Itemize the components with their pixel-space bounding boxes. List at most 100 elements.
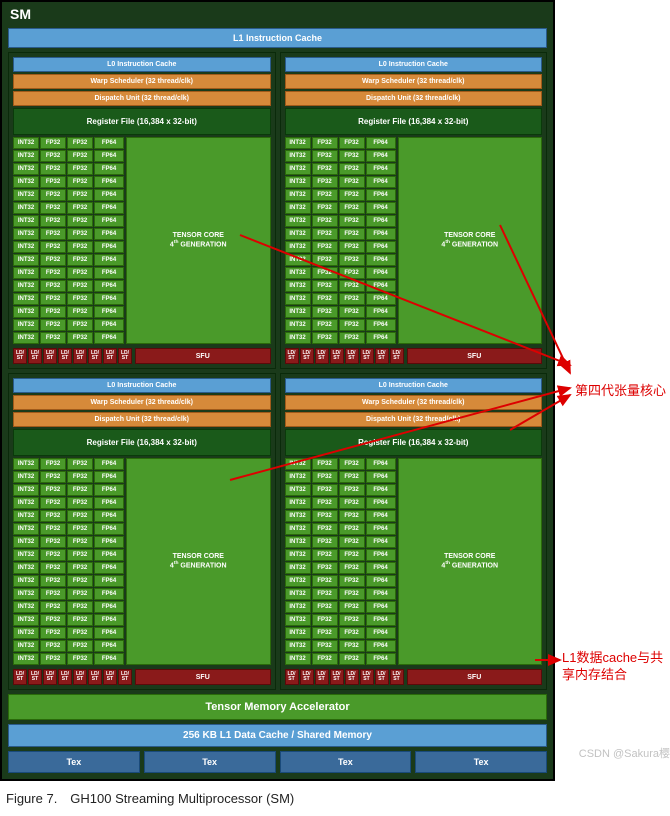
l0-instruction-cache: L0 Instruction Cache [13, 57, 271, 72]
fp64-core: FP64 [366, 163, 396, 175]
fp32-core: FP32 [40, 215, 66, 227]
load-store-unit: LD/ ST [103, 348, 117, 364]
tensor-core: TENSOR CORE4th GENERATION [126, 137, 271, 344]
fp32-core: FP32 [67, 458, 93, 470]
fp32-core: FP32 [67, 653, 93, 665]
fp64-core: FP64 [366, 588, 396, 600]
int32-core: INT32 [13, 510, 39, 522]
int32-core: INT32 [13, 458, 39, 470]
fp64-core: FP64 [366, 601, 396, 613]
int32-core: INT32 [285, 458, 311, 470]
register-file: Register File (16,384 x 32-bit) [285, 429, 543, 456]
fp32-core: FP32 [67, 202, 93, 214]
fp32-core: FP32 [40, 484, 66, 496]
int32-core: INT32 [285, 497, 311, 509]
fp32-core: FP32 [312, 614, 338, 626]
l1-data-cache: 256 KB L1 Data Cache / Shared Memory [8, 724, 547, 747]
fp32-core: FP32 [312, 254, 338, 266]
fp64-core: FP64 [366, 176, 396, 188]
fp32-core: FP32 [40, 293, 66, 305]
figure-caption: Figure 7. GH100 Streaming Multiprocessor… [0, 781, 670, 816]
fp64-core: FP64 [94, 293, 124, 305]
fp32-core: FP32 [67, 293, 93, 305]
int32-core: INT32 [285, 614, 311, 626]
int32-core: INT32 [13, 176, 39, 188]
fp32-core: FP32 [312, 523, 338, 535]
fp64-core: FP64 [94, 189, 124, 201]
int32-core: INT32 [13, 523, 39, 535]
fp64-core: FP64 [366, 562, 396, 574]
fp32-core: FP32 [40, 614, 66, 626]
fp32-core: FP32 [312, 215, 338, 227]
fp64-core: FP64 [94, 306, 124, 318]
dispatch-unit: Dispatch Unit (32 thread/clk) [285, 91, 543, 106]
dispatch-unit: Dispatch Unit (32 thread/clk) [13, 412, 271, 427]
fp64-core: FP64 [94, 575, 124, 587]
int32-core: INT32 [285, 549, 311, 561]
fp32-core: FP32 [67, 575, 93, 587]
int32-core: INT32 [13, 189, 39, 201]
load-store-unit: LD/ ST [360, 348, 374, 364]
int32-core: INT32 [285, 228, 311, 240]
tex-unit: Tex [144, 751, 276, 773]
fp32-core: FP32 [67, 176, 93, 188]
fp32-core: FP32 [67, 588, 93, 600]
load-store-unit: LD/ ST [360, 669, 374, 685]
fp32-core: FP32 [312, 176, 338, 188]
fp32-core: FP32 [339, 150, 365, 162]
tensor-core: TENSOR CORE4th GENERATION [398, 137, 543, 344]
warp-scheduler: Warp Scheduler (32 thread/clk) [285, 395, 543, 410]
int32-core: INT32 [13, 627, 39, 639]
int32-core: INT32 [13, 228, 39, 240]
fp32-core: FP32 [339, 575, 365, 587]
load-store-unit: LD/ ST [300, 669, 314, 685]
fp64-core: FP64 [366, 215, 396, 227]
fp32-core: FP32 [339, 484, 365, 496]
fp32-core: FP32 [40, 228, 66, 240]
fp32-core: FP32 [67, 150, 93, 162]
fp64-core: FP64 [366, 267, 396, 279]
fp32-core: FP32 [339, 601, 365, 613]
fp32-core: FP32 [40, 202, 66, 214]
int32-core: INT32 [285, 267, 311, 279]
int32-core: INT32 [13, 332, 39, 344]
annotation-l1-cache: L1数据cache与共享内存结合 [562, 650, 670, 684]
int32-core: INT32 [13, 601, 39, 613]
fp64-core: FP64 [366, 202, 396, 214]
tex-unit: Tex [8, 751, 140, 773]
fp32-core: FP32 [339, 202, 365, 214]
fp64-core: FP64 [94, 601, 124, 613]
fp32-core: FP32 [339, 510, 365, 522]
int32-core: INT32 [285, 293, 311, 305]
fp64-core: FP64 [94, 640, 124, 652]
fp32-core: FP32 [312, 653, 338, 665]
fp64-core: FP64 [94, 215, 124, 227]
fp32-core: FP32 [312, 150, 338, 162]
fp32-core: FP32 [40, 189, 66, 201]
load-store-unit: LD/ ST [345, 348, 359, 364]
int32-core: INT32 [13, 267, 39, 279]
fp32-core: FP32 [67, 189, 93, 201]
fp32-core: FP32 [40, 458, 66, 470]
fp32-core: FP32 [40, 627, 66, 639]
sfu-unit: SFU [407, 669, 543, 685]
load-store-unit: LD/ ST [58, 669, 72, 685]
load-store-unit: LD/ ST [103, 669, 117, 685]
int32-core: INT32 [285, 254, 311, 266]
fp64-core: FP64 [94, 523, 124, 535]
fp32-core: FP32 [67, 601, 93, 613]
int32-core: INT32 [285, 562, 311, 574]
int32-core: INT32 [13, 549, 39, 561]
fp64-core: FP64 [366, 536, 396, 548]
fp32-core: FP32 [339, 267, 365, 279]
fp32-core: FP32 [339, 562, 365, 574]
fp32-core: FP32 [67, 137, 93, 149]
fp32-core: FP32 [339, 588, 365, 600]
fp32-core: FP32 [40, 254, 66, 266]
fp32-core: FP32 [312, 202, 338, 214]
fp32-core: FP32 [67, 549, 93, 561]
int32-core: INT32 [13, 215, 39, 227]
int32-core: INT32 [13, 293, 39, 305]
int32-core: INT32 [285, 306, 311, 318]
fp32-core: FP32 [67, 228, 93, 240]
